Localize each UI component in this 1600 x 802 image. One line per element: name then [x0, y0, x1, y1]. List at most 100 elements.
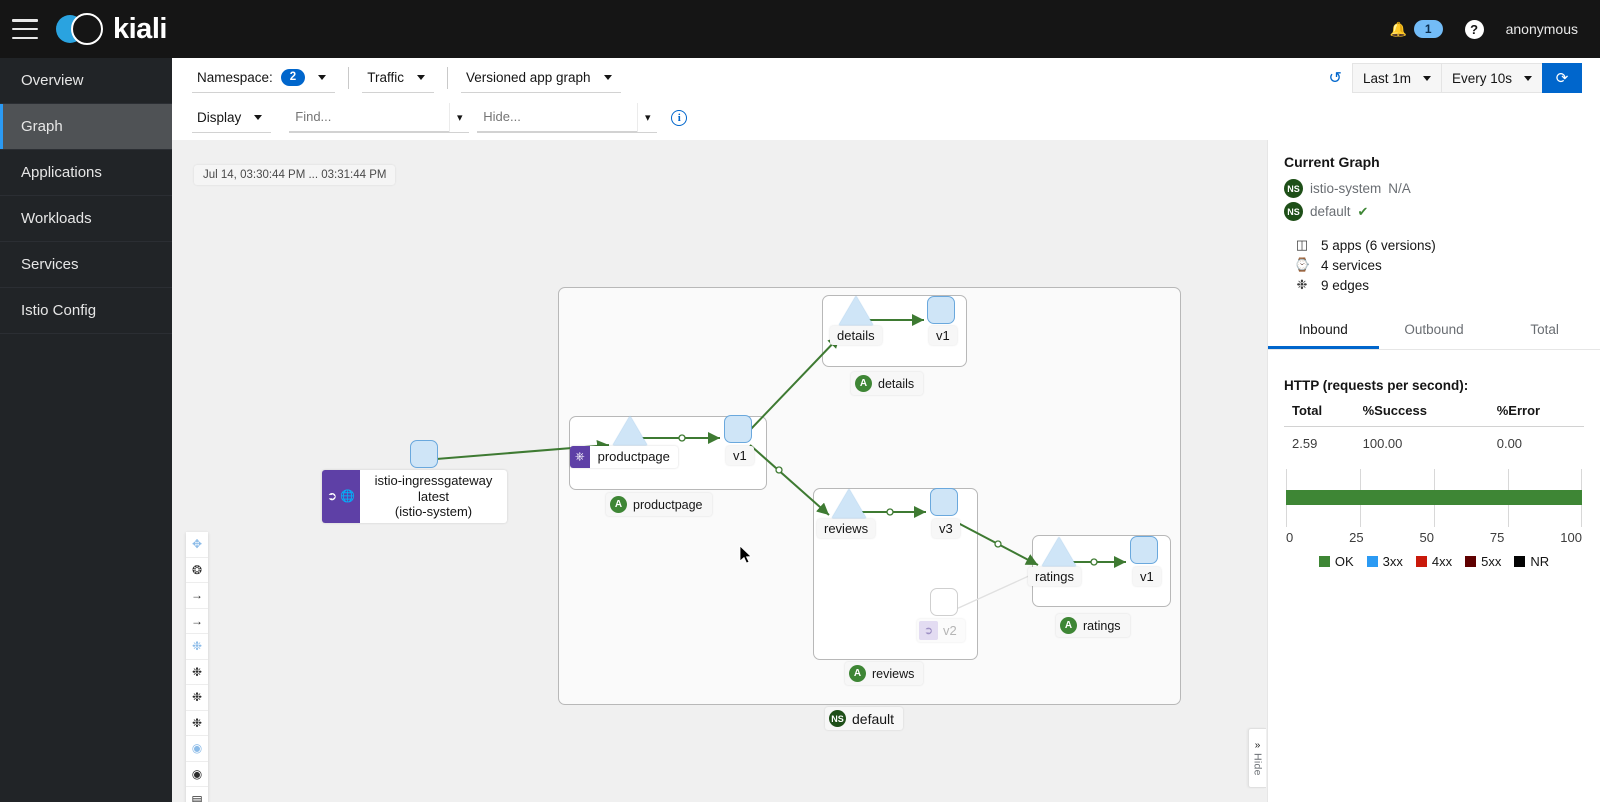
chevron-down-icon — [416, 75, 425, 80]
sidebar-item-applications[interactable]: Applications — [0, 150, 172, 196]
graph-layout-toolbar: ✥ ❂ → → ❉ ❉ ❉ ❉ ◉ ◉ ▤ — [186, 532, 208, 802]
app-badge-label: reviews — [872, 666, 915, 681]
minimap-icon[interactable]: ▤ — [186, 787, 208, 802]
chart-bar-ok[interactable] — [1286, 490, 1582, 505]
app-badge-details[interactable]: A details — [851, 372, 924, 395]
sidebar-item-label: Applications — [21, 164, 102, 181]
namespace-selector[interactable]: Namespace: 2 — [192, 63, 336, 93]
layout-grid-icon[interactable]: ❉ — [186, 685, 208, 711]
panel-title: Current Graph — [1284, 154, 1380, 170]
service-node-reviews[interactable] — [832, 489, 866, 518]
refresh-button[interactable]: ⟳ — [1542, 63, 1582, 93]
toolbar-divider — [446, 67, 448, 89]
zoom-fit-icon[interactable]: ✥ — [186, 532, 208, 558]
graph-type-selector[interactable]: Versioned app graph — [460, 63, 621, 93]
tick-label: 75 — [1489, 530, 1505, 545]
sidebar-item-overview[interactable]: Overview — [0, 58, 172, 104]
namespace-name: default — [1310, 204, 1351, 219]
bell-icon: 🔔 — [1389, 20, 1407, 37]
legend-swatch — [1366, 556, 1378, 567]
hide-input[interactable] — [477, 102, 638, 132]
gateway-icons: ➲ 🌐 — [322, 470, 361, 523]
layout-default-icon[interactable]: ❉ — [186, 634, 208, 660]
find-input[interactable] — [289, 102, 450, 132]
user-menu[interactable]: anonymous — [1506, 21, 1578, 37]
stat-text: 4 services — [1321, 257, 1382, 273]
node-label-productpage-v1: v1 — [726, 446, 754, 465]
display-menu-button[interactable]: Display — [192, 103, 272, 133]
route-rule-icon: ⎈ — [570, 446, 590, 468]
service-node-productpage[interactable] — [613, 416, 647, 445]
node-label-ratings-v1: v1 — [1133, 567, 1161, 586]
hide-dropdown-toggle[interactable]: ▾ — [637, 102, 657, 132]
node-label-istio-ingressgateway[interactable]: ➲ 🌐 istio-ingressgateway latest (istio-sy… — [322, 470, 507, 523]
notifications-button[interactable]: 🔔 1 — [1389, 20, 1443, 38]
legend-item-ok[interactable]: OK — [1318, 554, 1354, 569]
app-badge-productpage[interactable]: A productpage — [606, 493, 712, 516]
chart-legend: OK 3xx 4xx 5xx NR — [1286, 554, 1582, 569]
node-label-text: productpage — [597, 449, 670, 464]
ingress-name: istio-ingressgateway — [374, 473, 493, 488]
stat-apps: ◫ 5 apps (6 versions) — [1284, 237, 1584, 253]
layout-dagre-icon[interactable]: ❉ — [186, 659, 208, 685]
tab-outbound[interactable]: Outbound — [1379, 311, 1490, 349]
time-range-selector[interactable]: Last 1m — [1351, 63, 1441, 93]
tab-total[interactable]: Total — [1489, 311, 1600, 349]
circle-arrow-icon: ➲ — [327, 489, 338, 504]
edges-icon: ❉ — [1296, 277, 1308, 292]
http-metrics-table: Total %Success %Error 2.59 100.00 0.00 — [1284, 403, 1584, 451]
column-header-error: %Error — [1488, 403, 1584, 427]
workload-node-reviews-v2[interactable] — [930, 588, 958, 616]
chevron-down-icon — [1524, 75, 1532, 81]
chart-plot-area — [1286, 469, 1582, 527]
workload-node-istio-ingressgateway[interactable] — [410, 440, 438, 468]
info-circle-icon[interactable]: i — [671, 110, 688, 126]
sidebar-item-workloads[interactable]: Workloads — [0, 196, 172, 242]
legend-item-nr[interactable]: NR — [1514, 554, 1549, 569]
legend-item-4xx[interactable]: 4xx — [1415, 554, 1452, 569]
ingress-version: latest — [417, 488, 450, 504]
question-circle-icon[interactable]: ? — [1464, 19, 1484, 39]
legend-item-3xx[interactable]: 3xx — [1366, 554, 1403, 569]
find-dropdown-toggle[interactable]: ▾ — [449, 102, 469, 132]
service-node-details[interactable] — [839, 296, 873, 325]
expand-collapse-icon[interactable]: ❂ — [186, 557, 208, 583]
namespace-badge-icon: NS — [829, 710, 846, 727]
workload-node-productpage-v1[interactable] — [724, 415, 752, 443]
chevron-down-icon — [1422, 75, 1431, 81]
history-icon[interactable]: ↺ — [1329, 68, 1342, 88]
app-badge-ratings[interactable]: A ratings — [1056, 614, 1130, 637]
step-forward-icon[interactable]: → — [186, 583, 208, 609]
legend-swatch — [1318, 556, 1330, 567]
find-field-group: ▾ — [289, 102, 470, 133]
graph-time-label: Jul 14, 03:30:44 PM ... 03:31:44 PM — [194, 165, 396, 185]
workload-node-reviews-v3[interactable] — [930, 488, 958, 516]
tab-inbound[interactable]: Inbound — [1268, 311, 1379, 349]
node-label-reviews: reviews — [817, 519, 876, 538]
node-label-productpage[interactable]: ⎈ productpage — [570, 446, 678, 468]
brand-logo-group[interactable]: kiali — [56, 11, 167, 47]
services-icon: ⌚ — [1294, 257, 1311, 272]
sidebar-item-istio-config[interactable]: Istio Config — [0, 288, 172, 334]
graph-canvas[interactable]: Jul 14, 03:30:44 PM ... 03:31:44 PM ✥ ❂ … — [172, 140, 1267, 802]
sidebar-item-services[interactable]: Services — [0, 242, 172, 288]
node-label-reviews-v2[interactable]: ➲ v2 — [917, 619, 965, 642]
workload-node-details-v1[interactable] — [927, 296, 955, 324]
hamburger-icon[interactable] — [12, 19, 38, 39]
legend-item-5xx[interactable]: 5xx — [1465, 554, 1501, 569]
workload-node-ratings-v1[interactable] — [1130, 536, 1158, 564]
service-node-ratings[interactable] — [1042, 537, 1076, 566]
kiali-logo-icon — [56, 11, 104, 47]
panel-collapse-toggle[interactable]: » Hide — [1248, 728, 1266, 788]
layout-concentric-icon[interactable]: ❉ — [186, 710, 208, 736]
namespace-layout-icon[interactable]: ◉ — [186, 761, 208, 787]
namespace-box-icon[interactable]: ◉ — [186, 736, 208, 762]
traffic-selector[interactable]: Traffic — [362, 63, 434, 93]
notification-count-badge: 1 — [1413, 20, 1443, 38]
masthead-actions: 🔔 1 ? anonymous — [1389, 19, 1600, 39]
app-badge-reviews[interactable]: A reviews — [845, 662, 924, 685]
refresh-interval-selector[interactable]: Every 10s — [1440, 63, 1542, 93]
chart-x-axis-ticks: 0 25 50 75 100 — [1286, 530, 1582, 545]
step-forward-alt-icon[interactable]: → — [186, 608, 208, 634]
sidebar-item-graph[interactable]: Graph — [0, 104, 172, 150]
